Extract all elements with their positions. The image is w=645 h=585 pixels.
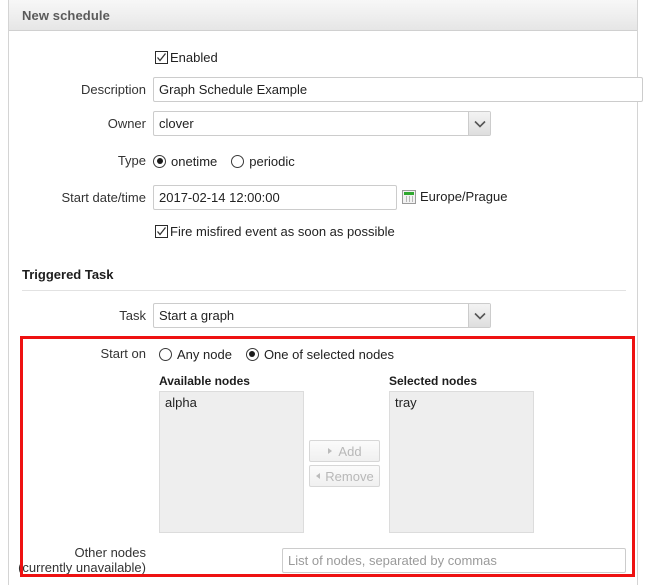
remove-button-label: Remove <box>325 468 374 484</box>
start-on-radio-any-node-label: Any node <box>177 346 232 362</box>
fire-misfired-checkbox[interactable] <box>155 225 168 238</box>
chevron-down-icon <box>474 312 486 320</box>
fire-misfired-label: Fire misfired event as soon as possible <box>170 224 395 239</box>
list-item[interactable]: alpha <box>160 392 303 411</box>
enabled-checkbox-row[interactable]: Enabled <box>155 50 218 65</box>
task-label: Task <box>119 308 146 323</box>
start-on-label: Start on <box>100 346 146 361</box>
other-nodes-label-line1: Other nodes <box>74 545 146 560</box>
type-radio-group: onetime periodic <box>153 148 309 174</box>
task-select-button[interactable] <box>468 304 490 327</box>
add-button[interactable]: Add <box>309 440 380 462</box>
other-nodes-label: Other nodes (currently unavailable) <box>9 545 146 575</box>
remove-button[interactable]: Remove <box>309 465 380 487</box>
calendar-icon <box>402 189 416 204</box>
arrow-right-icon <box>328 448 333 454</box>
owner-label: Owner <box>107 116 146 131</box>
start-datetime-row: Start date/time Europe/Prague <box>9 185 639 211</box>
start-on-radio-group: Any node One of selected nodes <box>159 341 408 367</box>
section-divider <box>22 290 626 291</box>
selected-nodes-list[interactable]: tray <box>389 391 534 533</box>
triggered-task-section-title: Triggered Task <box>22 267 114 282</box>
type-label: Type <box>117 153 146 168</box>
description-row: Description <box>9 77 643 103</box>
other-nodes-input[interactable] <box>282 548 626 573</box>
page-title: New schedule <box>22 8 110 23</box>
schedule-form-screen: New schedule Enabled Description Owner c… <box>0 0 645 585</box>
start-on-row: Start on Any node One of selected nodes <box>9 341 639 367</box>
start-on-radio-selected-nodes[interactable] <box>245 347 259 361</box>
type-row: Type onetime periodic <box>9 148 639 174</box>
description-input[interactable] <box>153 77 643 102</box>
new-schedule-panel: New schedule Enabled Description Owner c… <box>8 0 643 585</box>
start-on-radio-selected-nodes-label: One of selected nodes <box>263 346 395 362</box>
check-icon <box>157 227 167 236</box>
available-nodes-title: Available nodes <box>159 374 250 388</box>
timezone-display: Europe/Prague <box>402 189 507 204</box>
enabled-checkbox[interactable] <box>155 51 168 64</box>
selected-nodes-title: Selected nodes <box>389 374 478 388</box>
other-nodes-label-line2: (currently unavailable) <box>18 560 146 575</box>
type-radio-periodic-label: periodic <box>249 153 295 169</box>
panel-header: New schedule <box>9 0 637 31</box>
fire-misfired-checkbox-row[interactable]: Fire misfired event as soon as possible <box>155 224 395 239</box>
description-label: Description <box>80 82 146 97</box>
task-row: Task Start a graph <box>9 303 639 329</box>
task-select-value: Start a graph <box>159 308 235 323</box>
available-nodes-list[interactable]: alpha <box>159 391 304 533</box>
enabled-label: Enabled <box>170 50 218 65</box>
owner-select[interactable]: clover <box>153 111 491 136</box>
type-radio-onetime-label: onetime <box>171 153 218 169</box>
type-radio-onetime[interactable] <box>153 154 166 168</box>
start-datetime-input[interactable] <box>153 185 397 210</box>
check-icon <box>157 53 167 62</box>
start-datetime-label: Start date/time <box>61 190 146 205</box>
chevron-down-icon <box>474 120 486 128</box>
add-button-label: Add <box>338 443 362 459</box>
task-select[interactable]: Start a graph <box>153 303 491 328</box>
owner-row: Owner clover <box>9 111 639 137</box>
type-radio-periodic[interactable] <box>231 154 245 168</box>
start-on-radio-any-node[interactable] <box>159 347 172 361</box>
timezone-label: Europe/Prague <box>420 189 508 204</box>
owner-select-value: clover <box>159 116 194 131</box>
arrow-left-icon <box>316 473 321 479</box>
list-item[interactable]: tray <box>390 392 533 411</box>
owner-select-button[interactable] <box>468 112 490 135</box>
